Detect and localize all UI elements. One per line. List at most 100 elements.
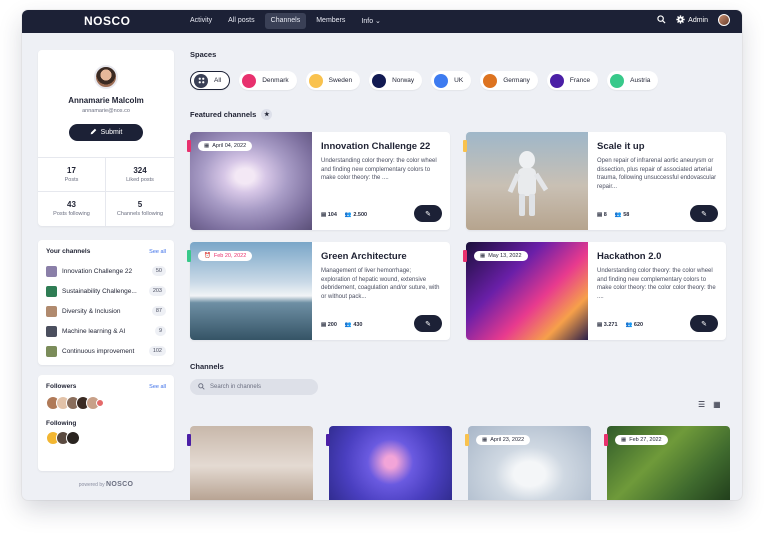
search-icon[interactable] (657, 14, 666, 26)
followers-avatars (46, 396, 166, 410)
space-flag (465, 434, 469, 446)
nav-activity[interactable]: Activity (184, 13, 218, 29)
main-nav: Activity All posts Channels Members Info… (184, 13, 387, 29)
sidebar-channel-item[interactable]: Machine learning & AI 9 (46, 321, 166, 341)
channel-title[interactable]: Green Architecture (321, 251, 442, 262)
members-icon: 👥 (614, 212, 622, 218)
search-placeholder: Search in channels (210, 384, 262, 390)
grid-view-icon[interactable]: ▦ (713, 400, 721, 409)
stat-posts-following[interactable]: 43 Posts following (38, 192, 106, 226)
nav-info[interactable]: Info ⌄ (355, 13, 387, 29)
stat-posts[interactable]: 17 Posts (38, 158, 106, 192)
sidebar-channel-item[interactable]: Sustainability Challenge... 203 (46, 281, 166, 301)
edit-button[interactable]: ✎ (414, 315, 442, 332)
space-dot (483, 73, 498, 88)
see-all-channels-link[interactable]: See all (149, 249, 166, 255)
channel-card[interactable]: ▦ April 23, 2022 (465, 426, 591, 500)
space-dot (610, 73, 625, 88)
nav-all-posts[interactable]: All posts (222, 13, 260, 29)
edit-button[interactable]: ✎ (690, 315, 718, 332)
nav-members[interactable]: Members (310, 13, 351, 29)
app-logo[interactable]: NOSCO (84, 14, 131, 28)
channel-count: 50 (151, 266, 166, 276)
powered-brand: NOSCO (106, 481, 134, 488)
list-view-icon[interactable]: ☰ (698, 400, 705, 409)
following-avatars (46, 431, 166, 445)
admin-menu[interactable]: Admin (676, 14, 708, 26)
posts-icon: ▤ (321, 212, 327, 218)
sidebar-channel-item[interactable]: Continuous improvement 102 (46, 341, 166, 361)
stat-value: 5 (137, 200, 143, 209)
space-chip-all[interactable]: All (190, 71, 231, 90)
channel-title[interactable]: Scale it up (597, 141, 718, 152)
user-avatar[interactable] (718, 14, 730, 26)
channel-card[interactable] (326, 426, 452, 500)
channel-count: 87 (151, 306, 166, 316)
edit-button[interactable]: ✎ (690, 205, 718, 222)
featured-card[interactable]: ▦ May 13, 2022 Hackathon 2.0 Understandin… (463, 242, 726, 340)
stat-label: Posts (64, 177, 79, 183)
channel-thumb (46, 345, 57, 357)
powered-prefix: powered by (78, 482, 105, 488)
space-chip-denmark[interactable]: Denmark (239, 71, 297, 90)
channel-card[interactable]: ▦ Feb 27, 2022 (604, 426, 730, 500)
posts-icon: ▤ (597, 212, 603, 218)
profile-email: annamarie@nos.co (82, 108, 130, 114)
featured-title: Featured channels (190, 110, 257, 119)
space-chip-sweden[interactable]: Sweden (305, 71, 361, 90)
profile-card: Annamarie Malcolm annamarie@nos.co Submi… (38, 50, 174, 226)
space-dot (242, 73, 257, 88)
channel-thumb (46, 325, 57, 337)
channels-grid: ▦ April 23, 2022 ▦ Feb 27, 2022 (187, 426, 730, 500)
sidebar-channel-item[interactable]: Innovation Challenge 22 50 (46, 261, 166, 281)
members-count: 58 (623, 212, 630, 218)
date-pill: ▦ May 13, 2022 (474, 251, 528, 261)
stat-liked-posts[interactable]: 324 Liked posts (106, 158, 174, 192)
members-icon: 👥 (625, 322, 633, 328)
see-all-followers-link[interactable]: See all (149, 384, 166, 390)
your-channels-title: Your channels (46, 248, 91, 255)
channel-label: Machine learning & AI (62, 327, 126, 335)
avatar[interactable] (66, 431, 80, 445)
search-input[interactable]: Search in channels (190, 379, 318, 395)
submit-button[interactable]: Submit (69, 124, 143, 141)
date-pill: ▦ Feb 27, 2022 (615, 435, 668, 445)
calendar-icon: ▦ (621, 437, 627, 443)
channel-title[interactable]: Innovation Challenge 22 (321, 141, 442, 152)
channel-title[interactable]: Hackathon 2.0 (597, 251, 718, 262)
space-flag (463, 140, 467, 152)
edit-button[interactable]: ✎ (414, 205, 442, 222)
featured-card[interactable]: ▦ April 04, 2022 Innovation Challenge 22 … (187, 132, 450, 230)
astronaut-figure (507, 151, 549, 216)
featured-card[interactable]: ⏰ Feb 20, 2022 Green Architecture Managem… (187, 242, 450, 340)
featured-card[interactable]: Scale it up Open repair of infrarenal ao… (463, 132, 726, 230)
space-chip-austria[interactable]: Austria (607, 71, 659, 90)
space-chip-norway[interactable]: Norway (369, 71, 423, 90)
date-text: Feb 27, 2022 (629, 437, 662, 443)
nav-right: Admin (657, 14, 730, 26)
pencil-icon: ✎ (425, 210, 431, 218)
space-label: France (569, 77, 591, 84)
channel-count: 102 (148, 346, 166, 356)
space-label: Austria (630, 77, 651, 84)
stat-channels-following[interactable]: 5 Channels following (106, 192, 174, 226)
admin-label: Admin (688, 16, 708, 24)
nav-channels[interactable]: Channels (264, 13, 307, 29)
avatar[interactable] (96, 399, 104, 407)
channel-card[interactable] (187, 426, 313, 500)
posts-icon: ▤ (321, 322, 327, 328)
stat-label: Liked posts (126, 177, 154, 183)
space-chip-germany[interactable]: Germany (480, 71, 538, 90)
space-chip-uk[interactable]: UK (431, 71, 472, 90)
date-text: April 23, 2022 (490, 437, 525, 443)
sidebar-channel-item[interactable]: Diversity & Inclusion 87 (46, 301, 166, 321)
pencil-icon: ✎ (701, 320, 707, 328)
space-label: UK (454, 77, 464, 84)
stat-label: Channels following (116, 211, 164, 217)
pencil-icon: ✎ (425, 320, 431, 328)
gear-icon (676, 14, 685, 26)
members-icon: 👥 (344, 322, 352, 328)
space-label: Denmark (262, 77, 289, 84)
space-chip-france[interactable]: France (546, 71, 599, 90)
app-window: NOSCO Activity All posts Channels Member… (22, 10, 742, 500)
